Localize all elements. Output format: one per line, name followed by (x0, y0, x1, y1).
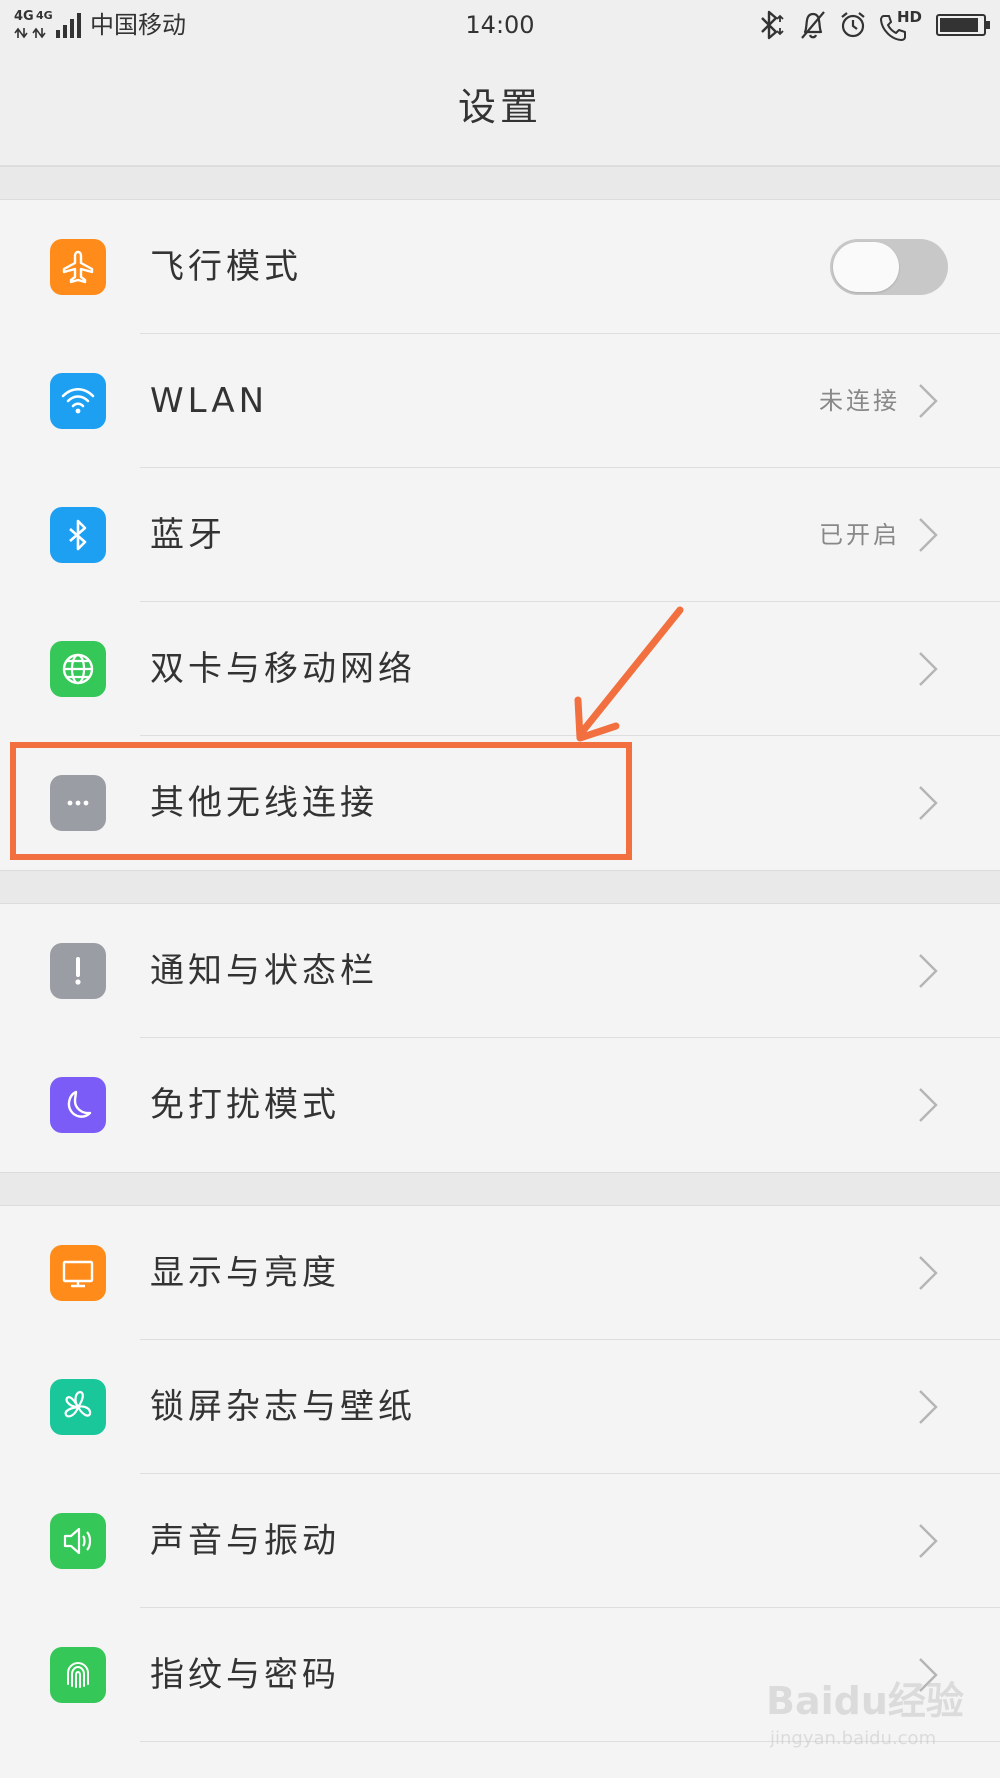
watermark: Baidu经验 jingyan.baidu.com (766, 1670, 976, 1760)
hd-label: HD (896, 8, 922, 26)
row-wlan[interactable]: WLAN 未连接 (0, 334, 1000, 468)
chevron-right-icon (919, 786, 938, 820)
chevron-right-icon (919, 1390, 938, 1424)
status-right: HD (744, 8, 990, 42)
status-bar: 4G 4G 中国移动 14:00 HD (0, 0, 1000, 50)
status-left: 4G 4G 中国移动 (14, 8, 186, 42)
row-dual-sim-mobile-network[interactable]: 双卡与移动网络 (0, 602, 1000, 736)
hd-call-icon: HD (878, 8, 922, 42)
section-gap (0, 166, 1000, 200)
pinwheel-icon (50, 1379, 106, 1435)
airplane-mode-toggle[interactable] (830, 239, 948, 295)
bluetooth-icon (761, 10, 784, 40)
row-label: 双卡与移动网络 (150, 649, 416, 689)
chevron-right-icon (919, 1088, 938, 1122)
fingerprint-icon (50, 1647, 106, 1703)
row-notifications-status-bar[interactable]: 通知与状态栏 (0, 904, 1000, 1038)
bluetooth-icon (50, 507, 106, 563)
row-sound-vibration[interactable]: 声音与振动 (0, 1474, 1000, 1608)
row-bluetooth[interactable]: 蓝牙 已开启 (0, 468, 1000, 602)
network-type-label-sim1: 4G (14, 9, 34, 24)
globe-icon (50, 641, 106, 697)
row-label: 显示与亮度 (150, 1253, 340, 1293)
moon-icon (50, 1077, 106, 1133)
chevron-right-icon (919, 518, 938, 552)
exclamation-icon (50, 943, 106, 999)
chevron-right-icon (919, 652, 938, 686)
settings-group-display-sound: 显示与亮度 锁屏杂志与壁纸 声音与振动 指纹与密码 (0, 1206, 1000, 1742)
row-label: 蓝牙 (150, 515, 226, 555)
row-lockscreen-wallpaper[interactable]: 锁屏杂志与壁纸 (0, 1340, 1000, 1474)
row-label: 指纹与密码 (150, 1655, 340, 1695)
bluetooth-status-value: 已开启 (819, 521, 900, 549)
speaker-icon (50, 1513, 106, 1569)
settings-group-notifications: 通知与状态栏 免打扰模式 (0, 904, 1000, 1172)
row-label: 飞行模式 (150, 247, 302, 287)
row-display-brightness[interactable]: 显示与亮度 (0, 1206, 1000, 1340)
carrier-name: 中国移动 (90, 11, 186, 39)
watermark-logo: Baidu经验 (766, 1679, 964, 1723)
data-arrows-icon (14, 27, 46, 39)
signal-icon (56, 12, 84, 38)
row-do-not-disturb[interactable]: 免打扰模式 (0, 1038, 1000, 1172)
row-label: 免打扰模式 (150, 1085, 340, 1125)
wifi-icon (50, 373, 106, 429)
chevron-right-icon (919, 1256, 938, 1290)
row-label: WLAN (150, 381, 269, 421)
battery-icon (936, 14, 990, 36)
title-bar: 设置 (0, 50, 1000, 166)
chevron-right-icon (919, 384, 938, 418)
row-label: 通知与状态栏 (150, 951, 378, 991)
silent-bell-icon (801, 11, 825, 39)
watermark-url: jingyan.baidu.com (770, 1728, 937, 1749)
toggle-knob (833, 242, 899, 292)
section-gap (0, 1172, 1000, 1206)
alarm-icon (841, 12, 865, 38)
section-gap (0, 870, 1000, 904)
network-type-badges: 4G 4G (14, 8, 54, 42)
wlan-status-value: 未连接 (819, 387, 900, 415)
page-title: 设置 (457, 85, 542, 129)
row-airplane-mode[interactable]: 飞行模式 (0, 200, 1000, 334)
chevron-right-icon (919, 954, 938, 988)
airplane-icon (50, 239, 106, 295)
row-label: 锁屏杂志与壁纸 (150, 1387, 416, 1427)
network-type-label-sim2: 4G (36, 9, 53, 22)
row-label: 声音与振动 (150, 1521, 340, 1561)
monitor-icon (50, 1245, 106, 1301)
chevron-right-icon (919, 1524, 938, 1558)
annotation-highlight-box (10, 742, 632, 860)
